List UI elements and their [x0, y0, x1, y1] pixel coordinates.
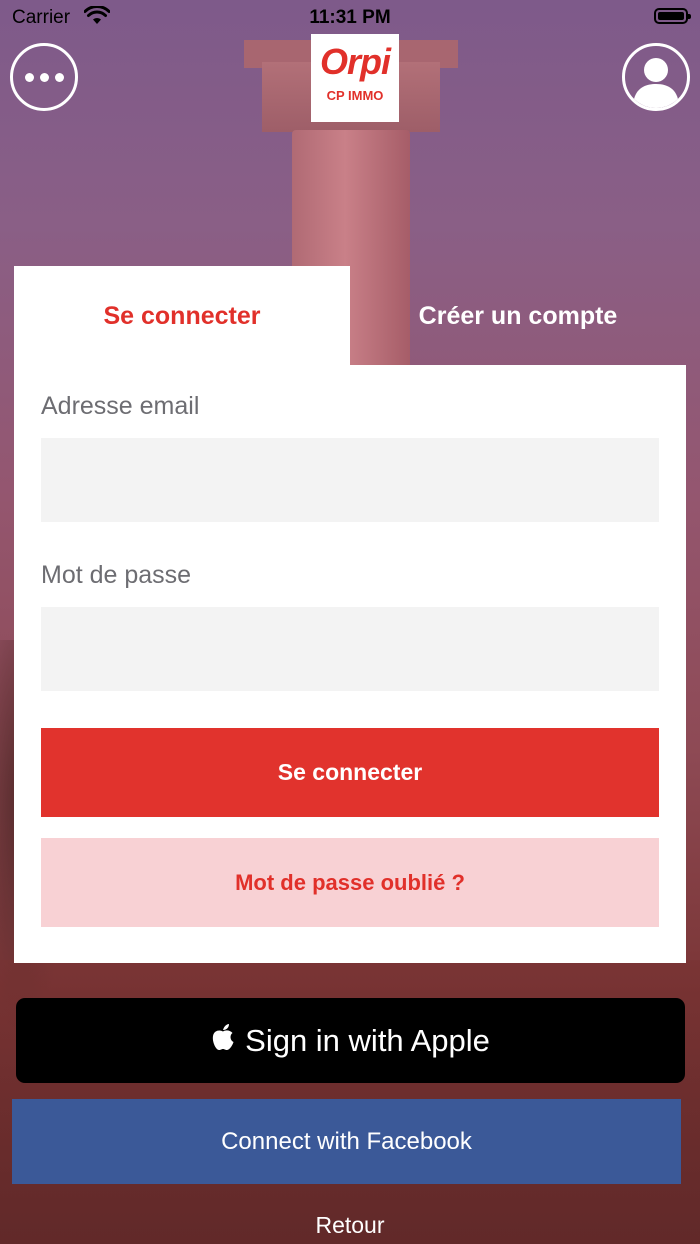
sign-in-with-apple-button[interactable]: Sign in with Apple [16, 998, 685, 1083]
battery-icon [654, 8, 691, 24]
more-dots-icon[interactable] [10, 43, 78, 111]
email-label: Adresse email [41, 392, 200, 420]
password-field[interactable] [41, 607, 659, 691]
connect-with-facebook-button[interactable]: Connect with Facebook [12, 1099, 681, 1184]
logo-word: Orpi [319, 41, 391, 82]
login-button[interactable]: Se connecter [41, 728, 659, 817]
apple-button-label: Sign in with Apple [245, 1022, 490, 1058]
tab-create-account[interactable]: Créer un compte [350, 266, 686, 366]
status-time: 11:31 PM [309, 7, 391, 28]
logo-subtitle: CP IMMO [326, 88, 384, 103]
back-link[interactable]: Retour [0, 1212, 700, 1239]
status-bar: Carrier 11:31 PM [0, 0, 700, 36]
forgot-password-button[interactable]: Mot de passe oublié ? [41, 838, 659, 927]
apple-logo-icon [211, 1023, 235, 1059]
login-card: Adresse email Mot de passe Se connecter … [14, 365, 686, 963]
email-field[interactable] [41, 438, 659, 522]
orpi-logo: Orpi CP IMMO [311, 34, 399, 122]
user-profile-icon[interactable] [622, 43, 690, 111]
password-label: Mot de passe [41, 561, 192, 589]
tab-login[interactable]: Se connecter [14, 266, 350, 366]
